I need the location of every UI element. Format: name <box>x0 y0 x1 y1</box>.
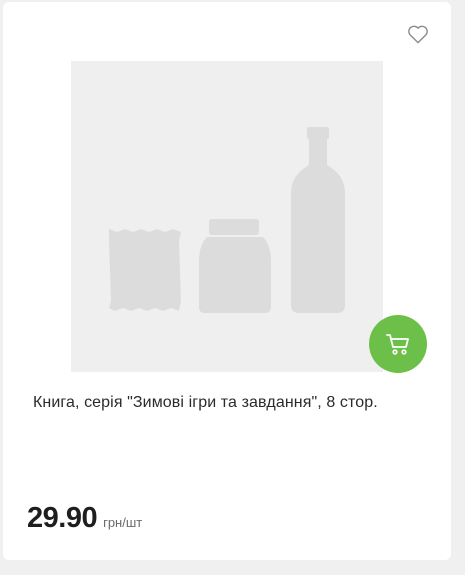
product-image-placeholder[interactable] <box>71 61 383 372</box>
price-row: 29.90 грн/шт <box>27 502 142 535</box>
product-card[interactable]: Книга, серія "Зимові ігри та завдання", … <box>3 2 451 560</box>
product-title[interactable]: Книга, серія "Зимові ігри та завдання", … <box>33 390 433 416</box>
product-price: 29.90 <box>27 502 98 534</box>
wishlist-button[interactable] <box>406 22 430 46</box>
placeholder-products-icon <box>109 127 345 313</box>
heart-outline-icon <box>408 25 428 44</box>
price-unit: грн/шт <box>103 515 143 530</box>
add-to-cart-button[interactable] <box>369 315 427 373</box>
shopping-cart-icon <box>386 334 409 355</box>
